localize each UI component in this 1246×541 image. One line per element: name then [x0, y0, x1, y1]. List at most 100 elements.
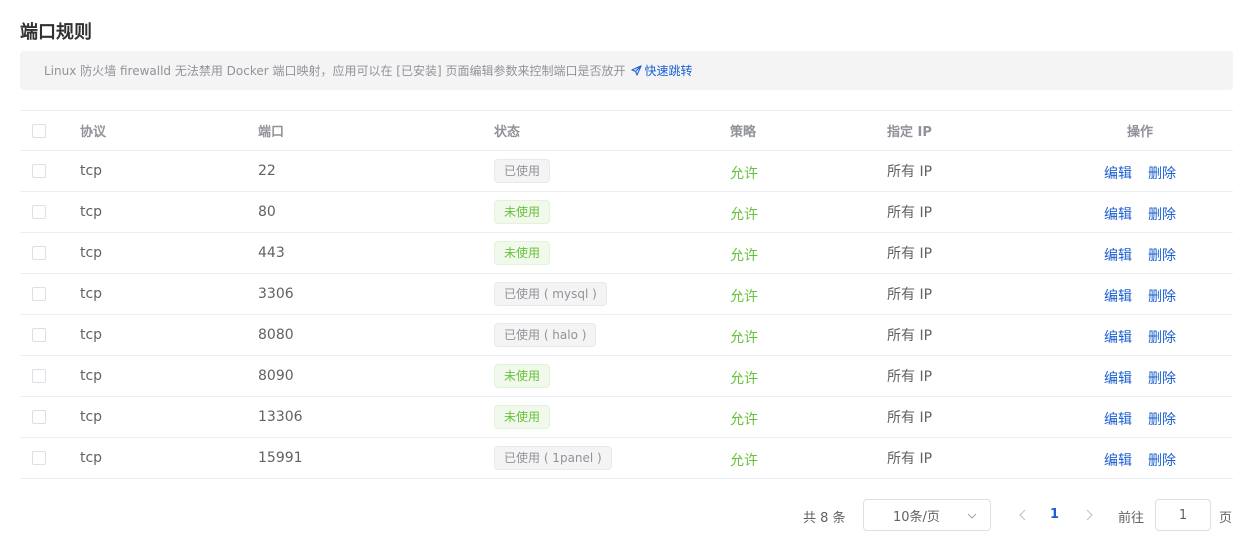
address-cell: 所有 IP — [887, 150, 1047, 192]
delete-button[interactable]: 删除 — [1148, 207, 1176, 223]
row-checkbox[interactable] — [32, 369, 46, 383]
select-all-checkbox[interactable] — [32, 123, 46, 138]
table-row: tcp 443 未使用 允许 所有 IP 编辑 删除 — [20, 232, 1233, 274]
quick-jump-label: 快速跳转 — [644, 64, 693, 78]
row-checkbox[interactable] — [32, 164, 46, 178]
address-cell: 所有 IP — [887, 314, 1047, 356]
protocol-cell: tcp — [80, 232, 258, 274]
operations-cell: 编辑 删除 — [1047, 314, 1233, 356]
address-cell: 所有 IP — [887, 437, 1047, 479]
strategy-cell: 允许 — [730, 232, 887, 274]
strategy-cell: 允许 — [730, 396, 887, 438]
port-cell: 8080 — [258, 314, 494, 356]
next-page-icon[interactable] — [1083, 508, 1095, 522]
header-status: 状态 — [494, 110, 730, 151]
row-select-cell — [20, 273, 80, 315]
delete-button[interactable]: 删除 — [1148, 248, 1176, 264]
header-protocol: 协议 — [80, 110, 258, 151]
row-checkbox[interactable] — [32, 451, 46, 465]
edit-button[interactable]: 编辑 — [1104, 412, 1132, 428]
edit-button[interactable]: 编辑 — [1104, 289, 1132, 305]
strategy-cell: 允许 — [730, 355, 887, 397]
delete-button[interactable]: 删除 — [1148, 371, 1176, 387]
status-cell: 未使用 — [494, 355, 730, 397]
edit-button[interactable]: 编辑 — [1104, 330, 1132, 346]
page-size-value: 10条/页 — [893, 509, 940, 525]
protocol-cell: tcp — [80, 355, 258, 397]
row-checkbox[interactable] — [32, 287, 46, 301]
edit-button[interactable]: 编辑 — [1104, 248, 1132, 264]
status-cell: 未使用 — [494, 191, 730, 233]
strategy-cell: 允许 — [730, 437, 887, 479]
strategy-label: 允许 — [730, 248, 758, 264]
header-address: 指定 IP — [887, 110, 1047, 151]
port-cell: 8090 — [258, 355, 494, 397]
status-badge: 未使用 — [494, 200, 551, 224]
notice-text: Linux 防火墙 firewalld 无法禁用 Docker 端口映射，应用可… — [44, 64, 626, 78]
table-row: tcp 80 未使用 允许 所有 IP 编辑 删除 — [20, 191, 1233, 233]
select-all-cell — [20, 110, 80, 151]
strategy-label: 允许 — [730, 412, 758, 428]
operations-cell: 编辑 删除 — [1047, 150, 1233, 192]
address-cell: 所有 IP — [887, 396, 1047, 438]
status-badge: 已使用 ( mysql ) — [494, 282, 607, 306]
page-suffix-label: 页 — [1219, 511, 1233, 526]
pagination: 共 8 条 10条/页 1 前往 页 — [0, 499, 1246, 531]
edit-button[interactable]: 编辑 — [1104, 453, 1132, 469]
status-cell: 已使用 ( mysql ) — [494, 273, 730, 315]
header-strategy: 策略 — [730, 110, 887, 151]
port-rules-page: 端口规则 Linux 防火墙 firewalld 无法禁用 Docker 端口映… — [0, 0, 1246, 541]
page-size-select[interactable]: 10条/页 — [863, 499, 991, 531]
delete-button[interactable]: 删除 — [1148, 330, 1176, 346]
address-cell: 所有 IP — [887, 355, 1047, 397]
row-checkbox[interactable] — [32, 328, 46, 342]
port-cell: 15991 — [258, 437, 494, 479]
row-checkbox[interactable] — [32, 205, 46, 219]
page-title: 端口规则 — [20, 22, 92, 43]
edit-button[interactable]: 编辑 — [1104, 166, 1132, 182]
page-number-1[interactable]: 1 — [1050, 507, 1059, 522]
goto-page-input[interactable] — [1155, 499, 1211, 531]
delete-button[interactable]: 删除 — [1148, 453, 1176, 469]
strategy-label: 允许 — [730, 207, 758, 223]
delete-button[interactable]: 删除 — [1148, 412, 1176, 428]
protocol-cell: tcp — [80, 150, 258, 192]
operations-cell: 编辑 删除 — [1047, 191, 1233, 233]
table-header-row: 协议 端口 状态 策略 指定 IP 操作 — [20, 110, 1233, 151]
table-row: tcp 3306 已使用 ( mysql ) 允许 所有 IP 编辑 删除 — [20, 273, 1233, 315]
delete-button[interactable]: 删除 — [1148, 289, 1176, 305]
protocol-cell: tcp — [80, 314, 258, 356]
table-row: tcp 15991 已使用 ( 1panel ) 允许 所有 IP 编辑 删除 — [20, 437, 1233, 479]
strategy-label: 允许 — [730, 371, 758, 387]
strategy-cell: 允许 — [730, 150, 887, 192]
port-rules-table: 协议 端口 状态 策略 指定 IP 操作 tcp 22 已使用 允许 所有 IP 编辑 删除… — [20, 110, 1233, 479]
protocol-cell: tcp — [80, 273, 258, 315]
row-checkbox[interactable] — [32, 410, 46, 424]
port-cell: 3306 — [258, 273, 494, 315]
table-row: tcp 8080 已使用 ( halo ) 允许 所有 IP 编辑 删除 — [20, 314, 1233, 356]
notice-banner: Linux 防火墙 firewalld 无法禁用 Docker 端口映射，应用可… — [20, 51, 1233, 90]
table-row: tcp 13306 未使用 允许 所有 IP 编辑 删除 — [20, 396, 1233, 438]
table-row: tcp 22 已使用 允许 所有 IP 编辑 删除 — [20, 150, 1233, 192]
quick-jump-link[interactable]: 快速跳转 — [631, 62, 693, 79]
row-select-cell — [20, 355, 80, 397]
strategy-label: 允许 — [730, 330, 758, 346]
prev-page-icon[interactable] — [1017, 508, 1029, 522]
delete-button[interactable]: 删除 — [1148, 166, 1176, 182]
status-badge: 未使用 — [494, 405, 551, 429]
edit-button[interactable]: 编辑 — [1104, 371, 1132, 387]
row-checkbox[interactable] — [32, 246, 46, 260]
status-cell: 已使用 — [494, 150, 730, 192]
row-select-cell — [20, 396, 80, 438]
row-select-cell — [20, 150, 80, 192]
operations-cell: 编辑 删除 — [1047, 232, 1233, 274]
protocol-cell: tcp — [80, 437, 258, 479]
row-select-cell — [20, 191, 80, 233]
protocol-cell: tcp — [80, 396, 258, 438]
header-operations: 操作 — [1047, 110, 1233, 151]
header-port: 端口 — [258, 110, 494, 151]
strategy-label: 允许 — [730, 453, 758, 469]
edit-button[interactable]: 编辑 — [1104, 207, 1132, 223]
address-cell: 所有 IP — [887, 191, 1047, 233]
pagination-total: 共 8 条 — [803, 511, 846, 526]
